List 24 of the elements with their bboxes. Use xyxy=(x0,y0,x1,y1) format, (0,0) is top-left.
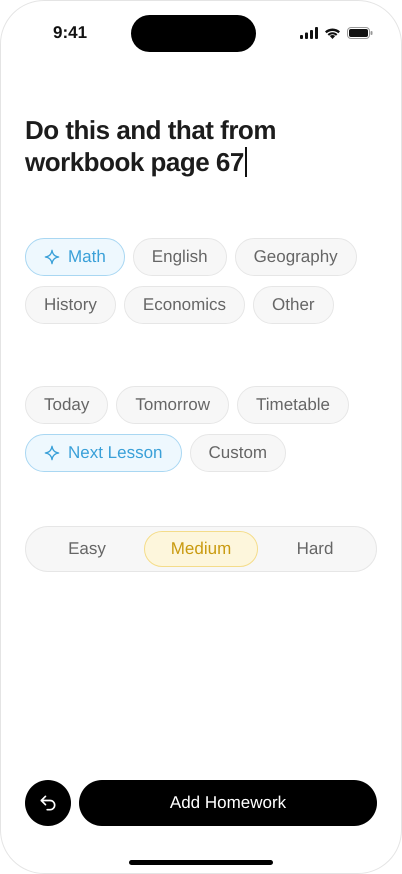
add-homework-button[interactable]: Add Homework xyxy=(79,780,377,826)
chip[interactable]: Geography xyxy=(234,238,357,276)
status-time: 9:41 xyxy=(53,23,88,43)
chip[interactable]: Next Lesson xyxy=(25,434,182,472)
chip[interactable]: Tomorrow xyxy=(116,386,229,424)
undo-icon xyxy=(38,793,58,813)
sparkle-icon xyxy=(44,249,60,265)
chip[interactable]: Custom xyxy=(190,434,286,472)
text-cursor xyxy=(244,147,247,177)
task-text[interactable]: Do this and that from workbook page 67 xyxy=(25,114,377,178)
difficulty-option[interactable]: Easy xyxy=(30,531,144,567)
sparkle-icon xyxy=(44,445,60,461)
chip[interactable]: History xyxy=(25,286,116,324)
wifi-icon xyxy=(324,27,341,39)
chip[interactable]: Timetable xyxy=(237,386,350,424)
chip[interactable]: Economics xyxy=(124,286,246,324)
signal-icon xyxy=(300,27,318,39)
chip[interactable]: Math xyxy=(25,238,125,276)
battery-icon xyxy=(347,27,373,39)
difficulty-option[interactable]: Hard xyxy=(258,531,372,567)
chip[interactable]: Today xyxy=(25,386,108,424)
chip[interactable]: Other xyxy=(253,286,334,324)
chip[interactable]: English xyxy=(132,238,227,276)
undo-button[interactable] xyxy=(25,780,71,826)
